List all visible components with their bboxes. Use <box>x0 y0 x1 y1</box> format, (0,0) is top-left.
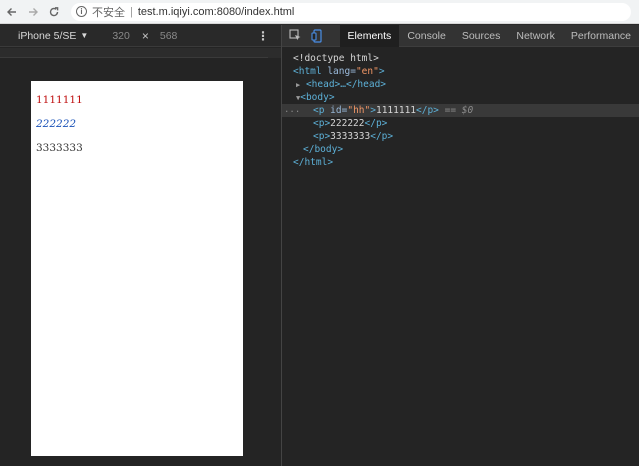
selected-marker: == $0 <box>438 105 474 116</box>
info-icon[interactable]: i <box>76 6 87 17</box>
p3-text: 3333333 <box>330 131 371 142</box>
device-select[interactable]: iPhone 5/SE <box>18 30 76 42</box>
p2-open-tag: <p> <box>313 118 331 129</box>
body-tag: <body> <box>300 92 335 103</box>
reload-icon[interactable] <box>45 3 63 21</box>
media-query-ruler <box>0 48 268 58</box>
p3-open-tag: <p> <box>313 131 331 142</box>
p-close-tag: </p> <box>416 105 439 116</box>
p3-close-tag: </p> <box>370 131 394 142</box>
dom-line-html-close[interactable]: </html> <box>282 156 639 169</box>
p-tag: <p <box>313 105 325 116</box>
dom-line-body[interactable]: ▼<body> <box>282 91 639 104</box>
ellipsis-icon[interactable]: ... <box>284 104 300 117</box>
dom-line-p3[interactable]: <p>3333333</p> <box>282 130 639 143</box>
tab-elements[interactable]: Elements <box>339 24 400 47</box>
device-emulation-area: iPhone 5/SE ▼ 320 × 568 ⋮ 1111111 222222… <box>0 25 281 466</box>
tab-sources[interactable]: Sources <box>454 25 509 47</box>
device-viewport[interactable]: 1111111 222222 3333333 <box>31 81 243 456</box>
back-arrow-icon[interactable] <box>3 3 21 21</box>
dom-tree: <!doctype html> <html lang="en"> ▶ <head… <box>282 47 639 169</box>
lang-attr: lang= <box>321 66 356 77</box>
tab-network[interactable]: Network <box>508 25 563 47</box>
dom-line-p-hh-selected[interactable]: ... <p id="hh">1111111</p> == $0 <box>282 104 639 117</box>
more-options-icon[interactable]: ⋮ <box>257 29 269 43</box>
devtools-panel: Elements Console Sources Network Perform… <box>282 24 639 466</box>
paragraph-hh: 1111111 <box>36 94 83 106</box>
device-toolbar: iPhone 5/SE ▼ 320 × 568 ⋮ <box>0 25 281 47</box>
device-height[interactable]: 568 <box>160 30 178 42</box>
dom-line-head[interactable]: ▶ <head>…</head> <box>282 78 639 91</box>
id-value: "hh" <box>347 105 371 116</box>
url-separator: | <box>130 5 133 18</box>
browser-address-bar: i 不安全 | test.m.iqiyi.com:8080/index.html <box>0 0 639 24</box>
devtools-tabbar: Elements Console Sources Network Perform… <box>282 24 639 47</box>
p2-close-tag: </p> <box>364 118 388 129</box>
tab-performance[interactable]: Performance <box>563 25 639 47</box>
ruler-corner <box>268 48 281 58</box>
dom-line-html[interactable]: <html lang="en"> <box>282 65 639 78</box>
html-close-tag: </html> <box>293 157 334 168</box>
device-toggle-icon[interactable] <box>309 28 326 44</box>
html-tag: <html <box>293 66 322 77</box>
device-width[interactable]: 320 <box>112 30 130 42</box>
inspect-element-icon[interactable] <box>287 28 304 44</box>
forward-arrow-icon[interactable] <box>24 3 42 21</box>
omnibox[interactable]: i 不安全 | test.m.iqiyi.com:8080/index.html <box>71 2 631 21</box>
head-tag: <head>…</head> <box>305 79 387 90</box>
p2-text: 222222 <box>330 118 365 129</box>
insecure-label: 不安全 <box>92 6 125 19</box>
url-text[interactable]: test.m.iqiyi.com:8080/index.html <box>138 6 295 18</box>
expand-triangle-icon[interactable]: ▶ <box>296 81 300 89</box>
p1-text: 1111111 <box>375 105 417 116</box>
dom-line-body-close[interactable]: </body> <box>282 143 639 156</box>
doctype-text: <!doctype html> <box>293 53 379 64</box>
html-tag-close: > <box>378 66 385 77</box>
tab-console[interactable]: Console <box>399 25 454 47</box>
paragraph-3: 3333333 <box>36 142 83 154</box>
dom-line-p2[interactable]: <p>222222</p> <box>282 117 639 130</box>
dropdown-caret-icon[interactable]: ▼ <box>80 31 88 40</box>
lang-value: "en" <box>355 66 379 77</box>
body-close-tag: </body> <box>303 144 344 155</box>
dom-line-doctype[interactable]: <!doctype html> <box>282 52 639 65</box>
dimension-times: × <box>141 28 149 43</box>
paragraph-2: 222222 <box>36 118 77 130</box>
id-attr: id= <box>324 105 348 116</box>
